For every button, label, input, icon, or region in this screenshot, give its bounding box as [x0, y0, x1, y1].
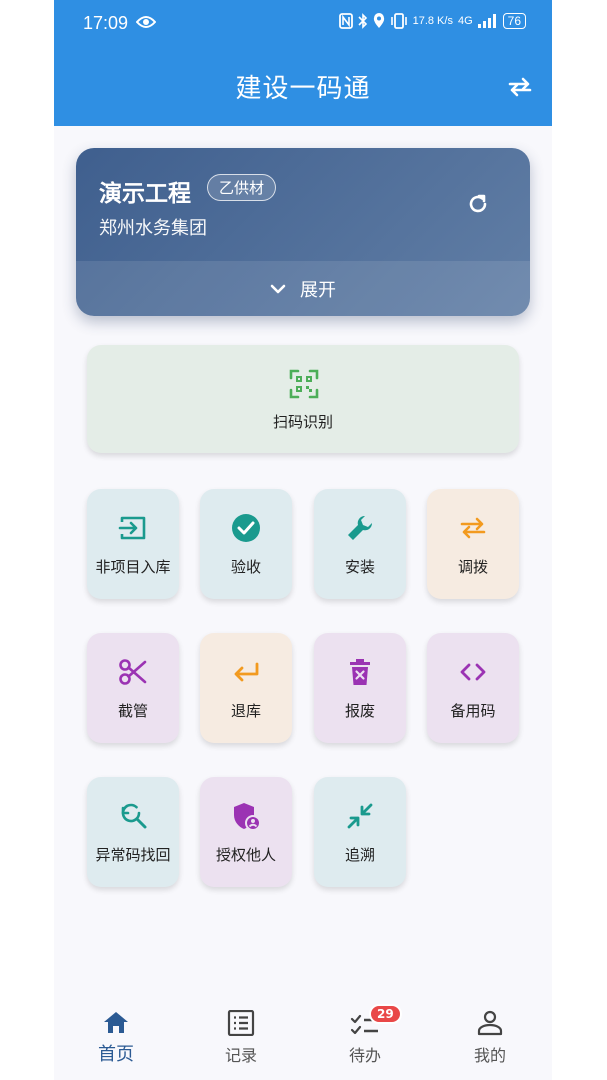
tile-label: 截管 [117, 702, 148, 720]
tile-install[interactable]: 安装 [314, 489, 406, 599]
nav-label: 我的 [473, 1046, 506, 1065]
search-refresh-icon [121, 803, 147, 829]
person-icon [477, 1010, 503, 1036]
tile-return-stock[interactable]: 退库 [200, 633, 292, 743]
chevron-down-icon [270, 284, 286, 293]
tile-backup-code[interactable]: 备用码 [427, 633, 519, 743]
qr-scan-icon [289, 369, 319, 399]
nav-todo[interactable]: 29 待办 [315, 1004, 415, 1066]
tile-label: 追溯 [344, 846, 375, 864]
bluetooth-icon [358, 13, 367, 29]
compress-icon [347, 803, 373, 829]
nav-label: 记录 [224, 1046, 257, 1065]
tile-label: 非项目入库 [95, 558, 171, 576]
swap-icon[interactable] [506, 75, 534, 99]
tile-label: 验收 [230, 558, 261, 576]
tile-authorize-others[interactable]: 授权他人 [200, 777, 292, 887]
nav-home[interactable]: 首页 [66, 1010, 166, 1066]
shield-person-icon [234, 803, 261, 831]
expand-button[interactable]: 展开 [76, 261, 530, 316]
network-speed: 17.8 K/s [412, 15, 453, 27]
nav-label: 首页 [98, 1044, 134, 1065]
tile-label: 异常码找回 [95, 846, 171, 864]
tile-cut-pipe[interactable]: 截管 [87, 633, 179, 743]
tile-label: 调拨 [457, 558, 488, 576]
swap-icon [460, 517, 486, 539]
expand-label: 展开 [300, 279, 336, 301]
todo-badge: 29 [369, 1004, 402, 1024]
nav-mine[interactable]: 我的 [440, 1010, 540, 1066]
refresh-icon[interactable] [466, 192, 490, 216]
scissors-icon [119, 659, 147, 685]
check-circle-icon [232, 514, 260, 542]
project-card: 演示工程 乙供材 郑州水务集团 展开 [76, 148, 530, 316]
list-icon [227, 1010, 255, 1036]
tile-label: 备用码 [450, 702, 496, 720]
tile-label: 报废 [344, 702, 375, 720]
status-bar: 17:09 17.8 K/s 4G 76 [54, 0, 552, 48]
app-bar: 建设一码通 [54, 48, 552, 126]
login-icon [118, 516, 146, 540]
bottom-navigation: 首页 记录 29 待办 我的 [54, 998, 552, 1080]
tile-non-project-inbound[interactable]: 非项目入库 [87, 489, 179, 599]
tile-label: 退库 [230, 702, 261, 720]
tile-trace[interactable]: 追溯 [314, 777, 406, 887]
home-icon [104, 1012, 128, 1033]
wrench-icon [348, 515, 373, 540]
vibrate-icon [390, 13, 407, 29]
scan-button[interactable]: 扫码识别 [87, 345, 519, 453]
app-screen: 17:09 17.8 K/s 4G 76 建设一码通 演示工程 乙供材 郑州水务… [54, 0, 552, 1080]
tile-acceptance[interactable]: 验收 [200, 489, 292, 599]
status-icons: 17.8 K/s 4G 76 [338, 13, 526, 29]
location-icon [373, 13, 384, 28]
tile-label: 授权他人 [215, 846, 276, 864]
signal-icon [477, 14, 496, 28]
battery-level: 76 [502, 13, 526, 29]
scan-label: 扫码识别 [272, 413, 333, 431]
tile-label: 安装 [344, 558, 375, 576]
tile-transfer[interactable]: 调拨 [427, 489, 519, 599]
nav-records[interactable]: 记录 [191, 1010, 291, 1066]
page-title: 建设一码通 [235, 74, 371, 104]
return-icon [234, 662, 259, 682]
project-name: 演示工程 [99, 181, 191, 207]
status-time: 17:09 [83, 13, 129, 33]
eye-icon [136, 16, 156, 28]
tile-scrap[interactable]: 报废 [314, 633, 406, 743]
project-organization: 郑州水务集团 [99, 218, 207, 239]
nav-label: 待办 [348, 1046, 381, 1065]
network-type: 4G [457, 15, 473, 27]
delete-icon [350, 659, 370, 685]
tile-abnormal-code-recovery[interactable]: 异常码找回 [87, 777, 179, 887]
nfc-icon [338, 13, 353, 29]
supply-badge: 乙供材 [207, 174, 277, 201]
code-icon [460, 663, 486, 681]
